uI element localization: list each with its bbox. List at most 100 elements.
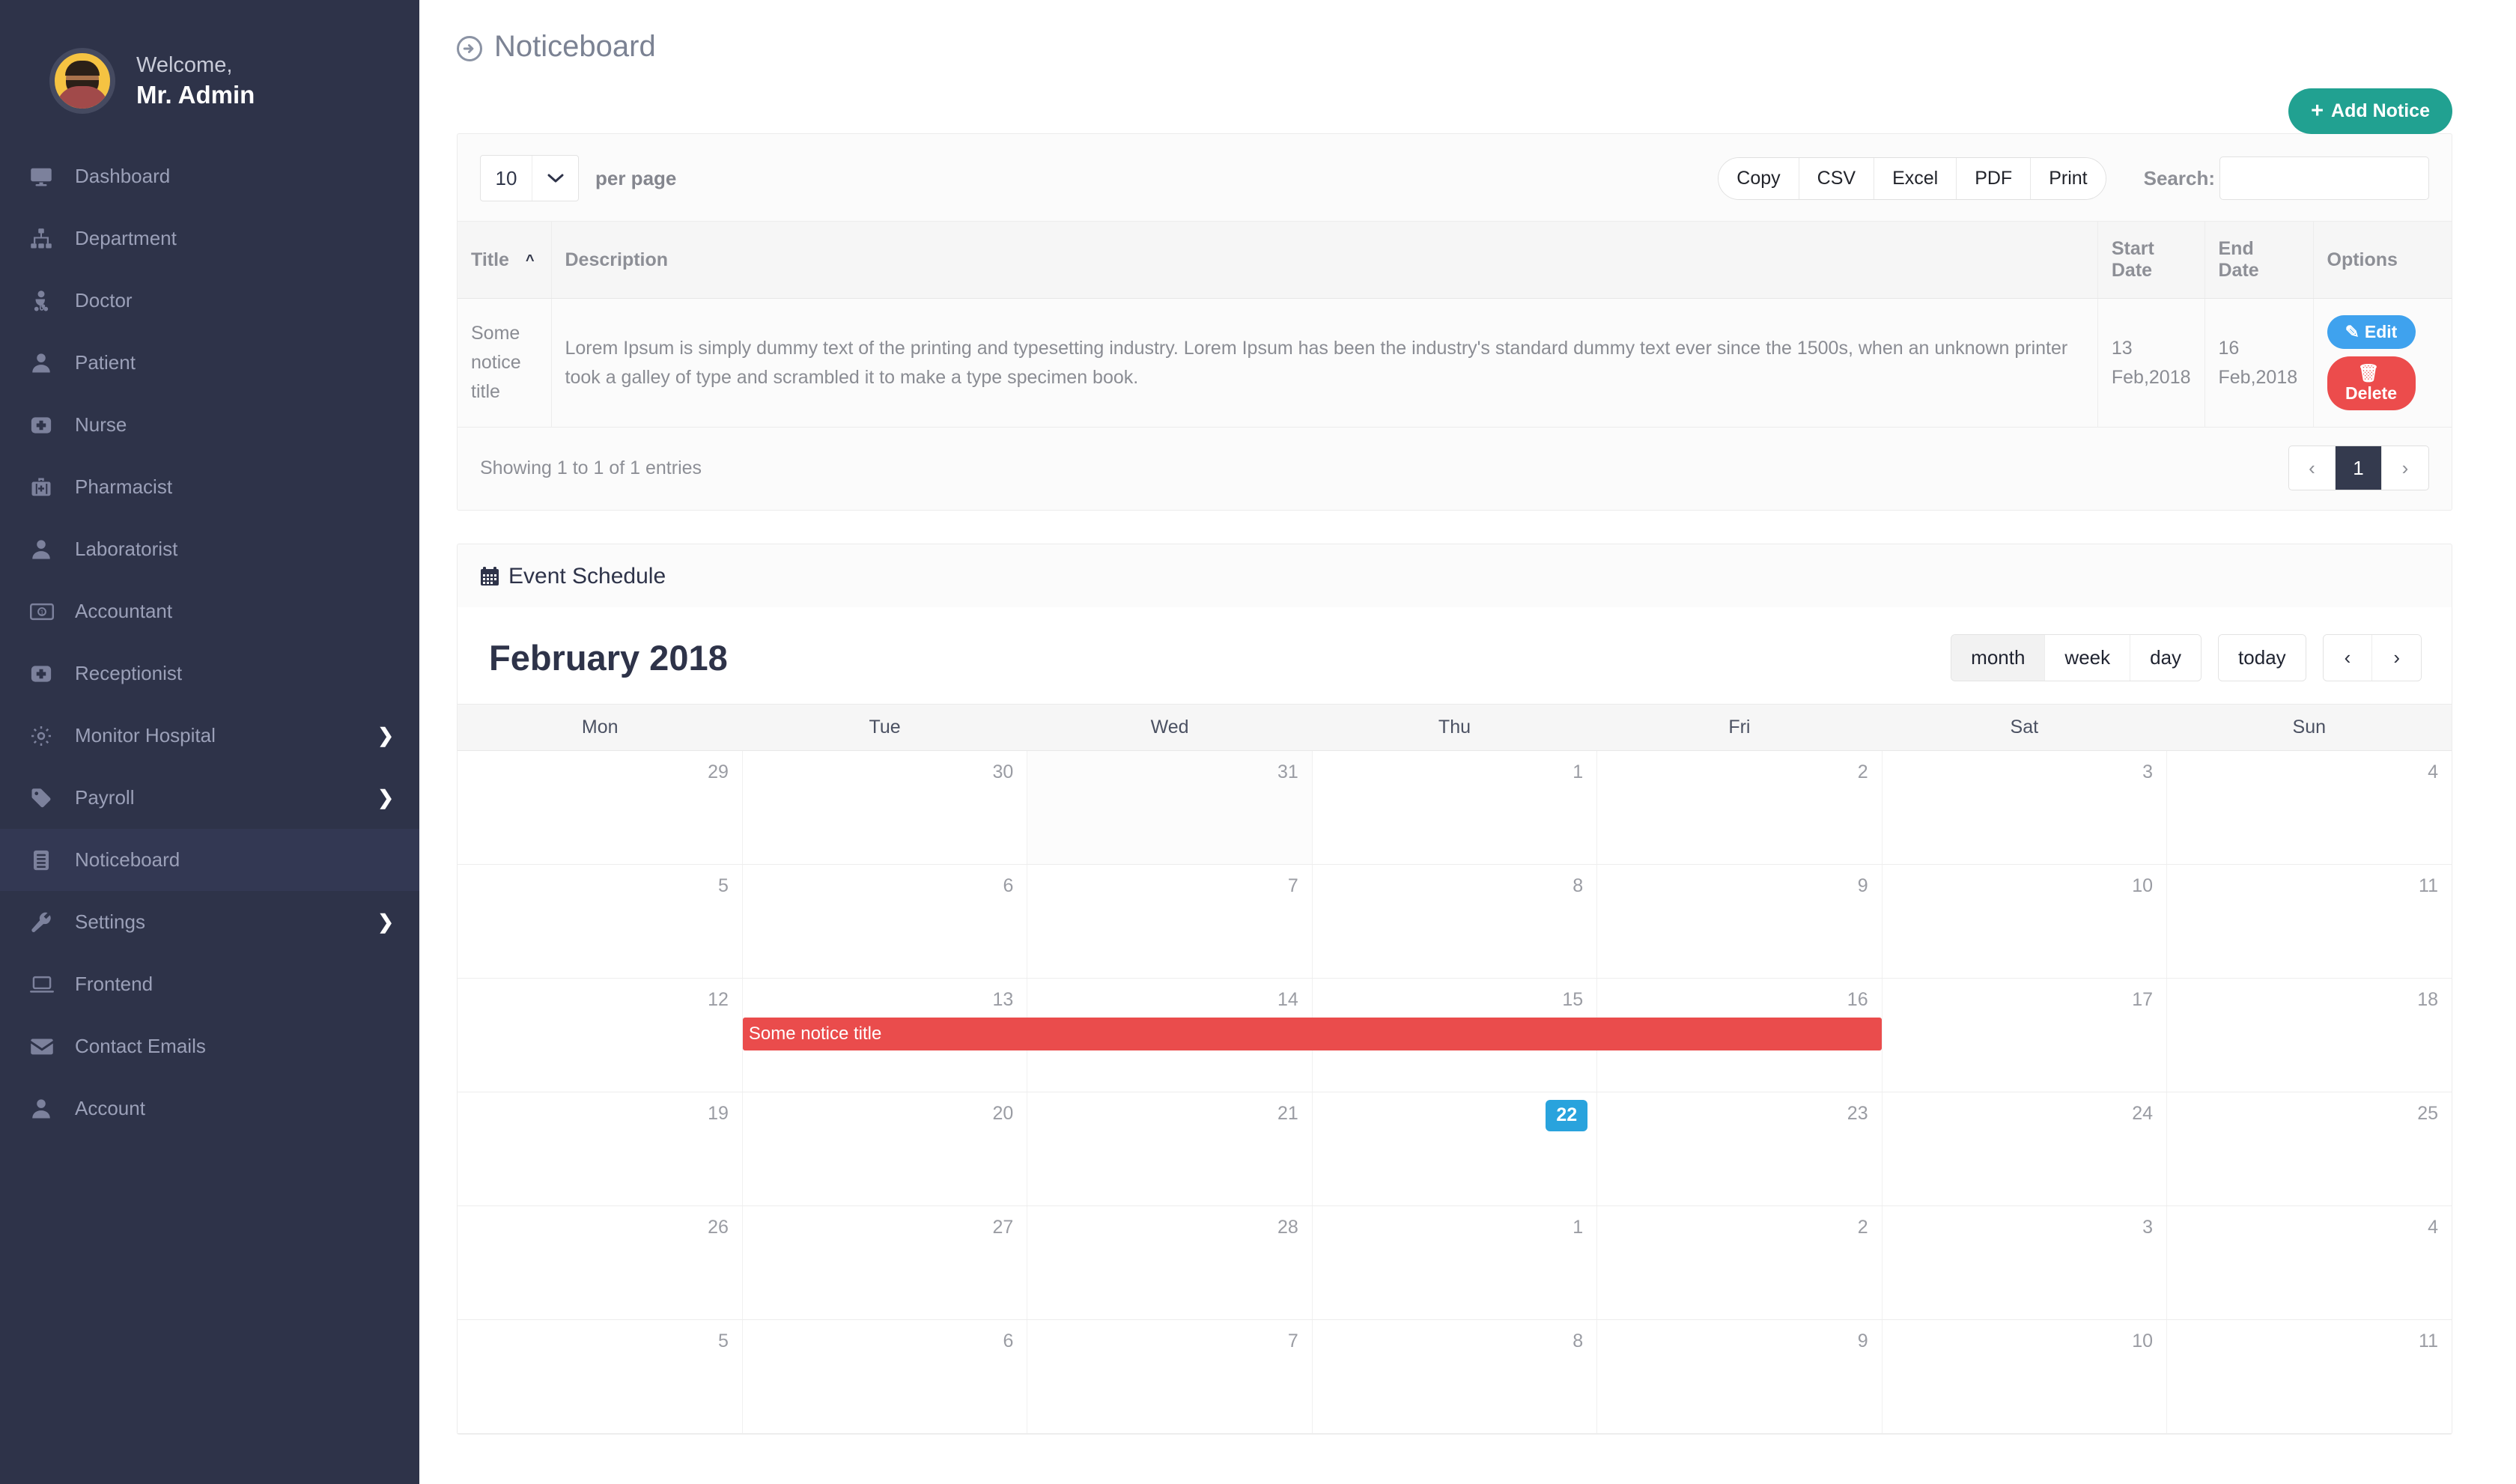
sidebar-item-frontend[interactable]: Frontend xyxy=(0,953,419,1015)
calendar-day-cell[interactable]: 29 xyxy=(458,751,742,865)
calendar-day-cell[interactable]: 1 xyxy=(1312,1206,1596,1320)
calendar-day-number: 1 xyxy=(1313,751,1596,783)
calendar-view-month[interactable]: month xyxy=(1951,635,2045,681)
calendar-day-cell[interactable]: 5 xyxy=(458,865,742,979)
sidebar-item-doctor[interactable]: Doctor xyxy=(0,270,419,332)
export-button-copy[interactable]: Copy xyxy=(1719,158,1799,199)
calendar-day-cell[interactable]: 5 xyxy=(458,1320,742,1434)
sidebar-item-label: Payroll xyxy=(75,786,134,809)
calendar-day-cell[interactable]: 3 xyxy=(1882,751,2166,865)
export-button-csv[interactable]: CSV xyxy=(1799,158,1874,199)
calendar-weekday-mon: Mon xyxy=(458,705,742,751)
calendar-day-cell[interactable]: 3 xyxy=(1882,1206,2166,1320)
calendar-day-cell[interactable]: 4 xyxy=(2167,1206,2452,1320)
calendar-day-cell[interactable]: 2 xyxy=(1597,1206,1882,1320)
sidebar-item-contact-emails[interactable]: Contact Emails xyxy=(0,1015,419,1077)
sidebar-item-settings[interactable]: Settings❯ xyxy=(0,891,419,953)
calendar-day-cell[interactable]: 31 xyxy=(1027,751,1312,865)
calendar-next-button[interactable]: › xyxy=(2372,635,2421,681)
pagination-page-1[interactable]: 1 xyxy=(2336,446,2382,490)
pagination-next[interactable]: › xyxy=(2382,446,2428,490)
sidebar-item-receptionist[interactable]: Receptionist xyxy=(0,642,419,705)
calendar-event-bar[interactable]: Some notice title xyxy=(743,1018,1882,1050)
calendar-day-cell[interactable]: 26 xyxy=(458,1206,742,1320)
calendar-view-day[interactable]: day xyxy=(2130,635,2201,681)
calendar-day-cell[interactable]: 6 xyxy=(742,865,1027,979)
calendar-day-cell[interactable]: 11 xyxy=(2167,865,2452,979)
per-page-select[interactable]: 10 xyxy=(480,155,579,201)
calendar-day-cell[interactable]: 1 xyxy=(1312,751,1596,865)
calendar-day-cell[interactable]: 25 xyxy=(2167,1092,2452,1206)
calendar-prev-button[interactable]: ‹ xyxy=(2324,635,2373,681)
calendar-day-number: 24 xyxy=(1883,1092,2166,1125)
search-label: Search: xyxy=(2144,167,2215,190)
sidebar-item-dashboard[interactable]: Dashboard xyxy=(0,145,419,207)
calendar-day-cell[interactable]: 28 xyxy=(1027,1206,1312,1320)
per-page-value: 10 xyxy=(481,156,532,201)
calendar-day-cell[interactable]: 9 xyxy=(1597,865,1882,979)
calendar-day-number: 19 xyxy=(458,1092,742,1125)
calendar-day-cell[interactable]: 12 xyxy=(458,979,742,1092)
calendar-day-cell[interactable]: 27 xyxy=(742,1206,1027,1320)
search-input[interactable] xyxy=(2219,156,2429,200)
calendar-today-button[interactable]: today xyxy=(2219,635,2306,681)
calendar-day-cell[interactable]: 11 xyxy=(2167,1320,2452,1434)
export-button-print[interactable]: Print xyxy=(2031,158,2105,199)
cell-options: ✎Edit 🗑Delete xyxy=(2313,299,2452,428)
column-header-start-date[interactable]: Start Date xyxy=(2097,222,2204,299)
calendar-day-cell[interactable]: 9 xyxy=(1597,1320,1882,1434)
column-header-title[interactable]: Title ^ xyxy=(458,222,551,299)
calendar-weekday-head: MonTueWedThuFriSatSun xyxy=(458,705,2452,751)
calendar-day-cell[interactable]: 2 xyxy=(1597,751,1882,865)
calendar-day-number: 25 xyxy=(2167,1092,2452,1125)
sidebar-item-department[interactable]: Department xyxy=(0,207,419,270)
sidebar-item-label: Receptionist xyxy=(75,662,182,685)
calendar-day-cell[interactable]: 21 xyxy=(1027,1092,1312,1206)
sidebar-item-accountant[interactable]: 1Accountant xyxy=(0,580,419,642)
column-header-description[interactable]: Description xyxy=(551,222,2097,299)
sidebar-item-noticeboard[interactable]: Noticeboard xyxy=(0,829,419,891)
calendar: February 2018 monthweekday today ‹ › xyxy=(458,607,2452,1434)
calendar-day-cell[interactable]: 7 xyxy=(1027,1320,1312,1434)
sidebar-item-laboratorist[interactable]: Laboratorist xyxy=(0,518,419,580)
calendar-day-cell[interactable]: 17 xyxy=(1882,979,2166,1092)
sidebar-item-account[interactable]: Account xyxy=(0,1077,419,1140)
calendar-day-number: 6 xyxy=(743,865,1027,897)
calendar-day-number: 8 xyxy=(1313,1320,1596,1352)
sidebar-item-monitor-hospital[interactable]: Monitor Hospital❯ xyxy=(0,705,419,767)
calendar-day-cell[interactable]: 18 xyxy=(2167,979,2452,1092)
calendar-day-number: 5 xyxy=(458,865,742,897)
calendar-day-cell[interactable]: 6 xyxy=(742,1320,1027,1434)
calendar-day-cell[interactable]: 19 xyxy=(458,1092,742,1206)
delete-button[interactable]: 🗑Delete xyxy=(2327,356,2416,410)
sidebar-item-pharmacist[interactable]: Pharmacist xyxy=(0,456,419,518)
calendar-day-cell[interactable]: 30 xyxy=(742,751,1027,865)
calendar-day-number: 17 xyxy=(1883,979,2166,1011)
pagination-prev[interactable]: ‹ xyxy=(2289,446,2336,490)
calendar-day-cell[interactable]: 20 xyxy=(742,1092,1027,1206)
export-button-pdf[interactable]: PDF xyxy=(1957,158,2031,199)
add-notice-button[interactable]: + Add Notice xyxy=(2288,88,2452,134)
calendar-day-number: 27 xyxy=(743,1206,1027,1238)
edit-button[interactable]: ✎Edit xyxy=(2327,315,2416,349)
calendar-day-cell[interactable]: 8 xyxy=(1312,865,1596,979)
export-button-excel[interactable]: Excel xyxy=(1874,158,1957,199)
sidebar-item-payroll[interactable]: Payroll❯ xyxy=(0,767,419,829)
calendar-day-cell[interactable]: 24 xyxy=(1882,1092,2166,1206)
sort-asc-icon: ^ xyxy=(526,252,535,270)
calendar-day-cell[interactable]: 7 xyxy=(1027,865,1312,979)
calendar-day-cell[interactable]: 22 xyxy=(1312,1092,1596,1206)
calendar-day-cell[interactable]: 10 xyxy=(1882,865,2166,979)
sidebar-item-patient[interactable]: Patient xyxy=(0,332,419,394)
column-header-end-date[interactable]: End Date xyxy=(2204,222,2313,299)
sidebar-item-label: Patient xyxy=(75,351,136,374)
calendar-day-cell[interactable]: 23 xyxy=(1597,1092,1882,1206)
tag-icon xyxy=(30,787,66,809)
sidebar-item-label: Monitor Hospital xyxy=(75,724,216,747)
calendar-day-cell[interactable]: 4 xyxy=(2167,751,2452,865)
calendar-view-week[interactable]: week xyxy=(2045,635,2130,681)
calendar-day-cell[interactable]: 13Some notice title xyxy=(742,979,1027,1092)
sidebar-item-nurse[interactable]: Nurse xyxy=(0,394,419,456)
calendar-day-cell[interactable]: 10 xyxy=(1882,1320,2166,1434)
calendar-day-cell[interactable]: 8 xyxy=(1312,1320,1596,1434)
